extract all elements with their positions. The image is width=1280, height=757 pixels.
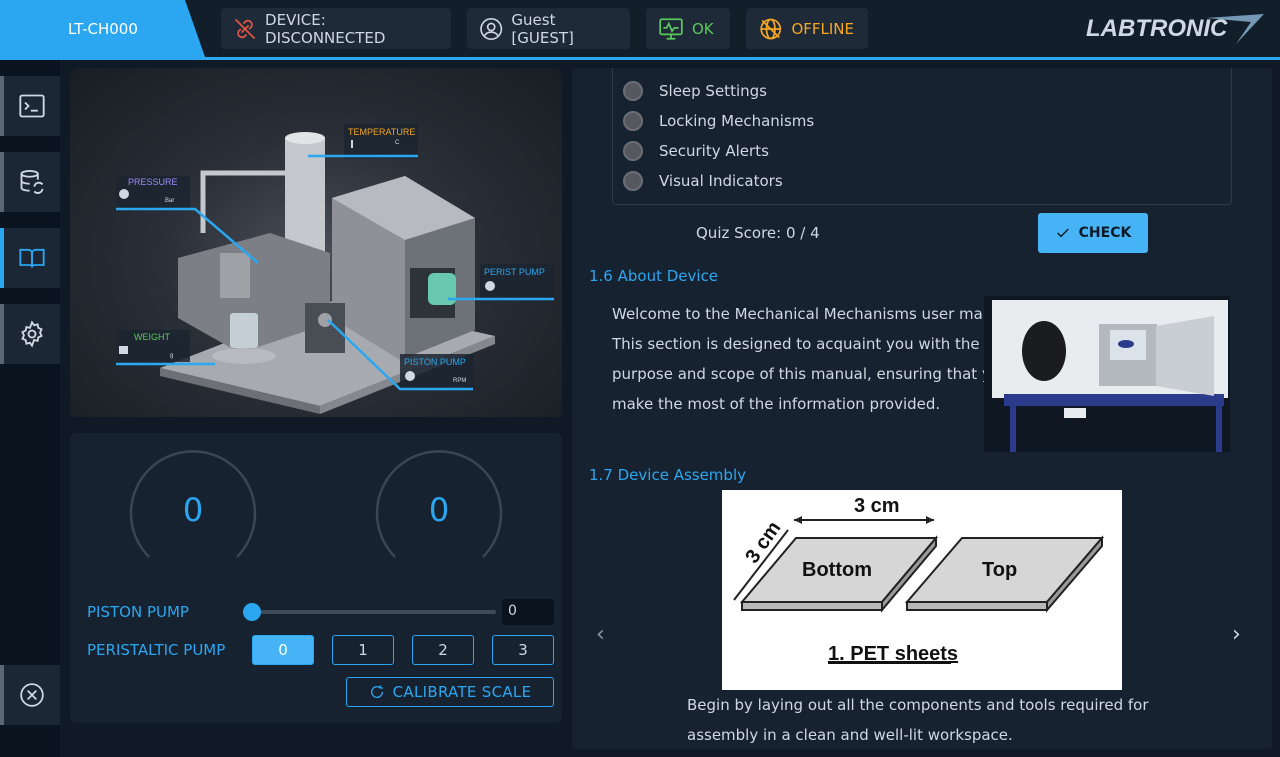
peristaltic-option-2[interactable]: 2 <box>412 635 474 665</box>
check-button[interactable]: CHECK <box>1038 213 1148 253</box>
quiz-option[interactable]: Sleep Settings <box>623 81 767 101</box>
calibrate-scale-button[interactable]: CALIBRATE SCALE <box>346 677 554 707</box>
piston-pump-label: PISTON PUMP <box>87 603 189 621</box>
sidebar-close-button[interactable] <box>0 665 60 725</box>
gauge-left-value: 0 <box>182 491 204 529</box>
quiz-option-label: Visual Indicators <box>659 172 783 190</box>
label-weight: WEIGHT <box>134 332 170 342</box>
health-chip[interactable]: OK <box>646 8 730 49</box>
quiz-option-label: Security Alerts <box>659 142 769 160</box>
piston-pump-value[interactable]: 0 <box>502 599 554 625</box>
check-label: CHECK <box>1078 225 1132 241</box>
label-temperature: TEMPERATURE <box>348 127 415 137</box>
labtronic-logo: LABTRONIC <box>1086 14 1264 44</box>
check-icon <box>1056 228 1069 238</box>
health-label: OK <box>692 19 714 38</box>
terminal-icon <box>19 94 45 118</box>
assembly-text: Begin by laying out all the components a… <box>687 690 1149 749</box>
quiz-option-label: Locking Mechanisms <box>659 112 815 130</box>
about-device-text: Welcome to the Mechanical Mechanisms use… <box>612 299 1020 419</box>
network-label: OFFLINE <box>791 19 854 38</box>
device-status-chip[interactable]: DEVICE: DISCONNECTED <box>221 8 451 49</box>
dim-top-label: 3 cm <box>854 495 900 517</box>
assembly-line: assembly in a clean and well-lit workspa… <box>687 726 1013 744</box>
sidebar-item-settings[interactable] <box>0 304 60 364</box>
carousel-next-button[interactable]: › <box>1232 622 1241 647</box>
assembly-image: 3 cm 3 cm Bottom Top 1. PET sheets <box>722 490 1122 690</box>
gauge-left: 0 <box>127 447 259 579</box>
globe-offline-icon <box>760 18 782 39</box>
about-device-title: 1.6 About Device <box>589 267 719 285</box>
quiz-option[interactable]: Visual Indicators <box>623 171 783 191</box>
sidebar-item-terminal[interactable] <box>0 76 60 136</box>
top-sheet-label: Top <box>982 559 1017 581</box>
refresh-icon <box>370 685 383 698</box>
peristaltic-pump-label: PERISTALTIC PUMP <box>87 641 226 659</box>
device-tab-label: LT-CH000 <box>68 19 138 38</box>
carousel-prev-button[interactable]: ‹ <box>596 622 605 647</box>
device-diagram: TEMPERATURE C PRESSURE Bar PERIST PUMP W… <box>70 68 562 417</box>
gear-icon <box>21 320 43 348</box>
user-chip[interactable]: Guest [GUEST] <box>467 8 630 49</box>
about-line: make the most of the information provide… <box>612 395 941 413</box>
label-piston-unit: RPM <box>453 378 466 384</box>
about-line: purpose and scope of this manual, ensuri… <box>612 365 1010 383</box>
database-sync-icon <box>20 169 44 194</box>
peristaltic-option-3[interactable]: 3 <box>492 635 554 665</box>
about-line: Welcome to the Mechanical Mechanisms use… <box>612 305 1020 323</box>
link-broken-icon <box>235 18 255 39</box>
network-chip[interactable]: OFFLINE <box>746 8 868 49</box>
quiz-option-label: Sleep Settings <box>659 82 767 100</box>
sidebar-item-data[interactable] <box>0 152 60 212</box>
quiz-option[interactable]: Locking Mechanisms <box>623 111 814 131</box>
device-assembly-title: 1.7 Device Assembly <box>589 466 746 484</box>
label-temperature-unit: C <box>395 140 400 146</box>
top-bar: LT-CH000 DEVICE: DISCONNECTED Guest [GUE… <box>0 0 1280 60</box>
monitor-pulse-icon <box>659 17 683 40</box>
calibrate-scale-label: CALIBRATE SCALE <box>392 683 532 701</box>
assembly-caption: 1. PET sheets <box>828 643 958 665</box>
svg-text:LABTRONIC: LABTRONIC <box>1086 15 1228 42</box>
quiz-score: Quiz Score: 0 / 4 <box>696 224 820 242</box>
radio-button[interactable] <box>623 111 643 131</box>
gauge-right: 0 <box>373 447 505 579</box>
peristaltic-option-1[interactable]: 1 <box>332 635 394 665</box>
about-line: This section is designed to acquaint you… <box>612 335 980 353</box>
device-tab[interactable]: LT-CH000 <box>0 0 205 57</box>
user-label: Guest [GUEST] <box>511 10 574 47</box>
manual-panel: Sleep Settings Locking Mechanisms Securi… <box>572 68 1272 749</box>
label-weight-unit: g <box>170 353 173 359</box>
book-icon <box>19 248 45 268</box>
device-status-label: DEVICE: DISCONNECTED <box>265 10 386 47</box>
radio-button[interactable] <box>623 141 643 161</box>
device-render: TEMPERATURE C PRESSURE Bar PERIST PUMP W… <box>116 124 554 414</box>
peristaltic-option-0[interactable]: 0 <box>252 635 314 665</box>
radio-button[interactable] <box>623 171 643 191</box>
quiz-option[interactable]: Security Alerts <box>623 141 769 161</box>
piston-pump-slider[interactable] <box>252 610 496 614</box>
device-photo <box>984 296 1230 452</box>
radio-button[interactable] <box>623 81 643 101</box>
assembly-line: Begin by laying out all the components a… <box>687 696 1149 714</box>
bottom-sheet-label: Bottom <box>802 559 872 581</box>
sidebar <box>0 60 60 757</box>
label-piston-pump: PISTON PUMP <box>404 357 466 367</box>
quiz-options: Sleep Settings Locking Mechanisms Securi… <box>612 68 1232 205</box>
label-pressure: PRESSURE <box>128 177 178 187</box>
piston-pump-slider-thumb[interactable] <box>243 603 261 621</box>
sidebar-item-manual[interactable] <box>0 228 60 288</box>
label-perist-pump: PERIST PUMP <box>484 267 545 277</box>
control-panel: 0 0 PISTON PUMP 0 PERISTALTIC PUMP 0 1 2… <box>70 433 562 723</box>
close-circle-icon <box>20 683 44 707</box>
label-pressure-unit: Bar <box>165 198 174 204</box>
gauge-right-value: 0 <box>428 491 450 529</box>
user-icon <box>480 17 503 40</box>
